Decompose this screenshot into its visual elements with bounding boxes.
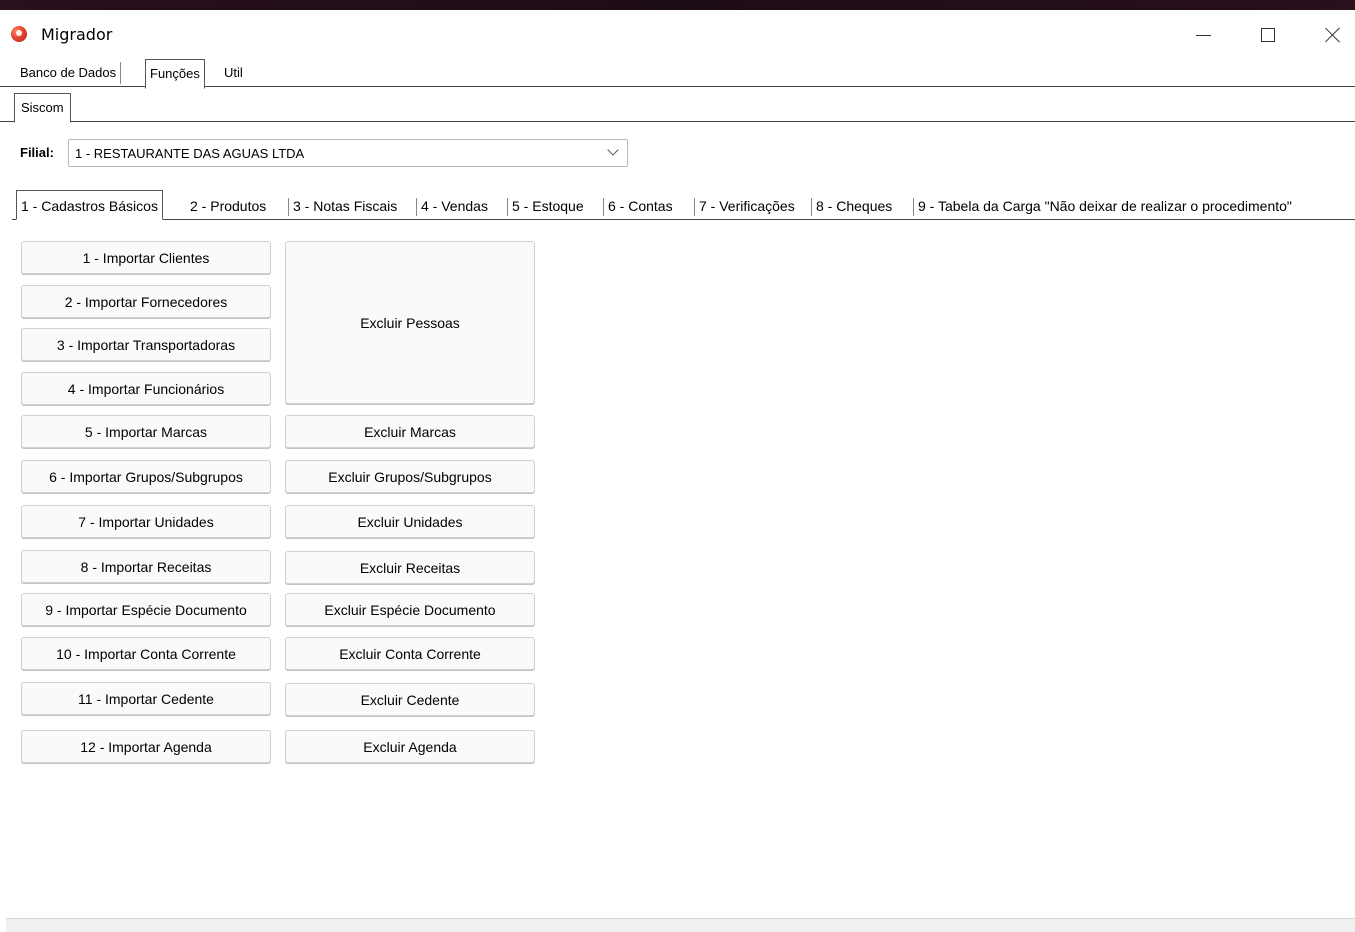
tab-cheques[interactable]: 8 - Cheques [812, 194, 896, 218]
import-conta-corrente-button[interactable]: 10 - Importar Conta Corrente [21, 637, 271, 670]
import-clientes-button[interactable]: 1 - Importar Clientes [21, 241, 271, 274]
import-transportadoras-button[interactable]: 3 - Importar Transportadoras [21, 328, 271, 361]
excluir-agenda-button[interactable]: Excluir Agenda [285, 730, 535, 763]
tab-estoque[interactable]: 5 - Estoque [508, 194, 588, 218]
system-tab-strip: Siscom [0, 93, 1355, 123]
excluir-marcas-button[interactable]: Excluir Marcas [285, 415, 535, 448]
excluir-receitas-button[interactable]: Excluir Receitas [285, 551, 535, 584]
import-marcas-button[interactable]: 5 - Importar Marcas [21, 415, 271, 448]
top-tab-strip: Banco de Dados Funções Util [0, 58, 1355, 89]
import-unidades-button[interactable]: 7 - Importar Unidades [21, 505, 271, 538]
app-logo-icon [11, 26, 27, 42]
tab-cadastros-basicos[interactable]: 1 - Cadastros Básicos [16, 190, 163, 220]
import-especie-documento-button[interactable]: 9 - Importar Espécie Documento [21, 593, 271, 626]
excluir-grupos-subgrupos-button[interactable]: Excluir Grupos/Subgrupos [285, 460, 535, 493]
tab-produtos[interactable]: 2 - Produtos [186, 194, 270, 218]
tab-funcoes[interactable]: Funções [145, 59, 205, 89]
tab-contas[interactable]: 6 - Contas [604, 194, 677, 218]
maximize-button[interactable] [1245, 20, 1291, 50]
maximize-icon [1261, 28, 1275, 42]
import-fornecedores-button[interactable]: 2 - Importar Fornecedores [21, 285, 271, 318]
status-bar [6, 918, 1355, 932]
excluir-cedente-button[interactable]: Excluir Cedente [285, 683, 535, 716]
function-tabs: 1 - Cadastros Básicos 2 - Produtos 3 - N… [12, 190, 1355, 220]
tab-notas-fiscais[interactable]: 3 - Notas Fiscais [289, 194, 401, 218]
close-icon [1325, 27, 1341, 43]
tab-tabela-da-carga[interactable]: 9 - Tabela da Carga "Não deixar de reali… [914, 194, 1296, 218]
filial-label: Filial: [20, 145, 54, 160]
tab-vendas[interactable]: 4 - Vendas [417, 194, 492, 218]
window-top-strip [0, 0, 1355, 10]
chevron-down-icon [607, 144, 619, 156]
minimize-icon [1195, 34, 1211, 36]
minimize-button[interactable] [1180, 20, 1226, 50]
excluir-pessoas-button[interactable]: Excluir Pessoas [285, 241, 535, 404]
tab-verificacoes[interactable]: 7 - Verificações [695, 194, 799, 218]
import-funcionarios-button[interactable]: 4 - Importar Funcionários [21, 372, 271, 405]
excluir-especie-documento-button[interactable]: Excluir Espécie Documento [285, 593, 535, 626]
filial-selected-value: 1 - RESTAURANTE DAS AGUAS LTDA [75, 146, 305, 161]
import-agenda-button[interactable]: 12 - Importar Agenda [21, 730, 271, 763]
tab-siscom[interactable]: Siscom [14, 93, 71, 123]
window-title: Migrador [41, 25, 113, 44]
tab-banco-de-dados[interactable]: Banco de Dados [16, 62, 122, 84]
close-button[interactable] [1310, 20, 1355, 50]
excluir-unidades-button[interactable]: Excluir Unidades [285, 505, 535, 538]
title-bar: Migrador [0, 10, 1355, 54]
import-cedente-button[interactable]: 11 - Importar Cedente [21, 682, 271, 715]
tab-util[interactable]: Util [220, 62, 247, 84]
import-receitas-button[interactable]: 8 - Importar Receitas [21, 550, 271, 583]
import-grupos-subgrupos-button[interactable]: 6 - Importar Grupos/Subgrupos [21, 460, 271, 493]
excluir-conta-corrente-button[interactable]: Excluir Conta Corrente [285, 637, 535, 670]
filial-select[interactable]: 1 - RESTAURANTE DAS AGUAS LTDA [68, 139, 628, 167]
